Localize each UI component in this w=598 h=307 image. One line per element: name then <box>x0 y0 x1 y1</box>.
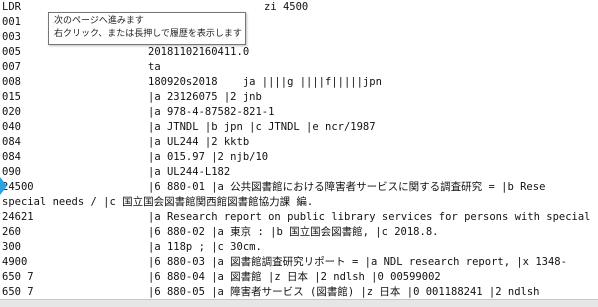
marc-field-value: |a 978-4-87582-821-1 <box>148 106 275 118</box>
forward-button-tooltip: 次のページへ進みます 右クリック、または長押しで履歴を表示します <box>48 12 246 45</box>
marc-field-row: 4900 |6 880-03 |a 図書館調査研究リポート = |a NDL re… <box>2 255 596 270</box>
marc-field-row: 015 |a 23126075 |2 jnb <box>2 90 596 105</box>
marc-field-value: |a 118p ; |c 30cm. <box>148 241 262 253</box>
marc-record-viewer: LDRzi 4500001003JTNDL00520181102160411.0… <box>0 0 598 307</box>
marc-field-value: |6 880-02 |a 東京 : |b 国立国会図書館, |c 2018.8. <box>148 226 439 238</box>
marc-field-tag: 040 <box>2 121 21 133</box>
marc-field-tag: LDR <box>2 1 21 13</box>
marc-field-value: |a JTNDL |b jpn |c JTNDL |e ncr/1987 <box>148 121 376 133</box>
marc-field-row: 005 20181102160411.0 <box>2 45 596 60</box>
marc-field-value: |a Research report on public library ser… <box>148 211 591 223</box>
marc-field-row: 084 |a 015.97 |2 njb/10 <box>2 150 596 165</box>
marc-field-row: 090 |a UL244-L182 <box>2 165 596 180</box>
marc-field-tag: 300 <box>2 241 21 253</box>
marc-field-tag: 260 <box>2 226 21 238</box>
marc-field-value: |a 015.97 |2 njb/10 <box>148 151 269 163</box>
marc-field-tag: 007 <box>2 61 21 73</box>
marc-field-tag: 650 7 <box>2 271 34 283</box>
marc-field-tag: 084 <box>2 136 21 148</box>
marc-field-tag: 020 <box>2 106 21 118</box>
horizontal-scrollbar[interactable] <box>0 299 598 307</box>
marc-field-value: |6 880-03 |a 図書館調査研究リポート = |a NDL resear… <box>148 256 567 268</box>
marc-field-continuation: special needs / |c 国立国会図書館関西館図書館協力課 編. <box>2 196 314 208</box>
marc-field-row: 020 |a 978-4-87582-821-1 <box>2 105 596 120</box>
marc-field-value: |6 880-01 |a 公共図書館における障害者サービスに関する調査研究 = … <box>148 181 546 193</box>
tooltip-line-1: 次のページへ進みます <box>54 16 144 26</box>
marc-field-value: |a 23126075 |2 jnb <box>148 91 262 103</box>
marc-field-tag: 003 <box>2 31 21 43</box>
marc-field-row: 007 ta <box>2 60 596 75</box>
marc-field-value: 20181102160411.0 <box>148 46 250 58</box>
marc-field-row: 650 7 |6 880-04 |a 図書館 |z 日本 |2 ndlsh |0 … <box>2 270 596 285</box>
marc-field-value: zi 4500 <box>264 1 309 13</box>
marc-field-row: 040 |a JTNDL |b jpn |c JTNDL |e ncr/1987 <box>2 120 596 135</box>
marc-field-row: 24621 |a Research report on public librar… <box>2 210 596 225</box>
marc-field-tag: 008 <box>2 76 21 88</box>
marc-field-tag: 4900 <box>2 256 28 268</box>
marc-field-row: 300 |a 118p ; |c 30cm. <box>2 240 596 255</box>
left-edge-arrow-icon <box>0 177 7 195</box>
marc-field-row: 260 |6 880-02 |a 東京 : |b 国立国会図書館, |c 2018… <box>2 225 596 240</box>
marc-field-row: special needs / |c 国立国会図書館関西館図書館協力課 編. <box>2 195 596 210</box>
marc-field-value: 180920s2018 ja ||||g ||||f|||||jpn <box>148 76 382 88</box>
marc-field-tag: 005 <box>2 46 21 58</box>
marc-field-value: |a UL244-L182 <box>148 166 231 178</box>
marc-field-tag: 084 <box>2 151 21 163</box>
marc-field-tag: 24621 <box>2 211 34 223</box>
tooltip-line-2: 右クリック、または長押しで履歴を表示します <box>54 29 242 39</box>
marc-field-row: 650 7 |6 880-05 |a 障害者サービス (図書館) |z 日本 |0… <box>2 285 596 299</box>
marc-field-value: |6 880-04 |a 図書館 |z 日本 |2 ndlsh |0 00599… <box>148 271 441 283</box>
marc-field-value: ta <box>148 61 161 73</box>
marc-field-tag: 001 <box>2 16 21 28</box>
marc-field-tag: 015 <box>2 91 21 103</box>
marc-field-row: 084 |a UL244 |2 kktb <box>2 135 596 150</box>
marc-field-tag: 650 7 <box>2 286 34 298</box>
marc-field-value: |6 880-05 |a 障害者サービス (図書館) |z 日本 |0 0011… <box>148 286 540 298</box>
marc-field-value: |a UL244 |2 kktb <box>148 136 250 148</box>
marc-field-row: 008 180920s2018 ja ||||g ||||f|||||jpn <box>2 75 596 90</box>
marc-field-row: 24500 |6 880-01 |a 公共図書館における障害者サービスに関する調査… <box>2 180 596 195</box>
